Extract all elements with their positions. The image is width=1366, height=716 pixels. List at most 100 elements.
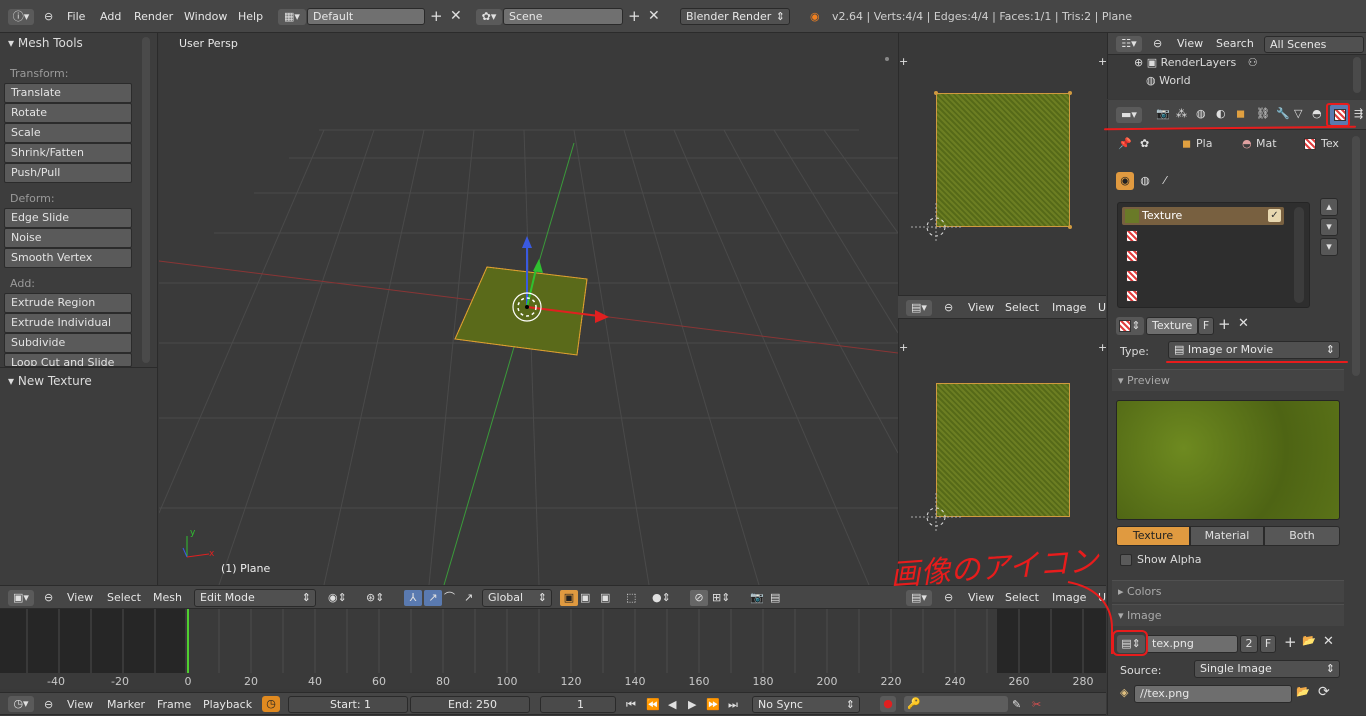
source-dropdown[interactable]: Single Image ⇕ [1194,660,1340,678]
slots-scrollbar[interactable] [1294,207,1304,303]
display-mode-dropdown[interactable]: All Scenes [1264,36,1364,53]
uv-menu-select[interactable]: Select [1005,296,1039,318]
new-image-icon[interactable]: + [1284,633,1297,651]
render-anim-icon[interactable]: ▤ [770,586,780,610]
render-layer-toggle-icon[interactable]: ⚇ [1248,56,1258,69]
constraints-tab-icon[interactable]: ⛓ [1256,107,1270,120]
insert-keyframe-icon[interactable]: ✎ [1012,693,1021,716]
area-split-icon[interactable]: + [1098,341,1106,354]
rotate-manip-icon[interactable]: ⌒ [444,586,455,610]
outliner-item[interactable]: ◍ World [1146,73,1191,89]
preview-range-icon[interactable]: ◷ [262,696,280,712]
start-frame-field[interactable]: Start: 1 [288,696,408,713]
preview-tab-texture[interactable]: Texture [1116,526,1190,546]
reload-image-icon[interactable]: ⟳ [1318,684,1330,700]
sync-dropdown[interactable]: No Sync ⇕ [752,696,860,713]
render-layers-tab-icon[interactable]: ⁂ [1176,107,1187,120]
outliner-scrollbar[interactable] [1353,57,1361,93]
uv-menu-view[interactable]: View [968,586,994,608]
scene-field[interactable]: Scene [503,8,623,25]
texture-slots-list[interactable]: Texture ✓ [1117,202,1310,308]
properties-scrollbar[interactable] [1352,136,1360,376]
noise-button[interactable]: Noise [4,228,132,248]
render-tab-icon[interactable]: 📷 [1156,107,1170,120]
uv-editor-top[interactable]: + + [898,33,1106,295]
snap-icon[interactable]: ⊘ [690,590,708,606]
occlude-icon[interactable]: ⬚ [626,586,636,610]
empty-slot-icon[interactable] [1126,289,1138,302]
expand-icon[interactable]: ⊕ [1134,56,1143,69]
image-users-count[interactable]: 2 [1240,635,1258,653]
new-texture-header[interactable]: ▾ New Texture [0,367,158,389]
show-alpha-checkbox[interactable] [1120,554,1132,566]
move-slot-down-button[interactable]: ▾ [1320,218,1338,236]
properties-editor-icon[interactable]: ▬▾ [1116,107,1142,123]
uv-editor-type-icon[interactable]: ▤▾ [906,300,932,316]
texture-browse-icon[interactable]: ⇕ [1116,317,1144,335]
proportional-icon[interactable]: ●⇕ [652,586,671,610]
outliner-item[interactable]: ⊕ ▣ RenderLayers ⚇ [1134,55,1258,71]
render-engine-dropdown[interactable]: Blender Render ⇕ [680,8,790,25]
context-material-label[interactable]: Mat [1256,134,1277,154]
outliner-menu-view[interactable]: View [1177,33,1203,54]
menu-window[interactable]: Window [184,0,227,32]
add-scene-icon[interactable]: + [628,0,641,33]
scale-manip-icon[interactable]: ↗ [464,586,473,610]
texture-slot-active[interactable]: Texture ✓ [1122,207,1284,225]
type-dropdown[interactable]: ▤ Image or Movie ⇕ [1168,341,1340,359]
physics-tab-icon[interactable]: ⇶ [1354,107,1363,120]
texture-name-field[interactable]: Texture [1146,317,1198,335]
timeline-menu-frame[interactable]: Frame [157,693,191,714]
data-tab-icon[interactable]: ▽ [1294,107,1302,120]
empty-slot-icon[interactable] [1126,229,1138,242]
edge-select-icon[interactable]: ▣ [580,586,590,610]
uv-menu-uvs[interactable]: U [1098,296,1106,318]
face-select-icon[interactable]: ▣ [600,586,610,610]
unlink-image-icon[interactable]: ✕ [1323,634,1334,649]
menu-file[interactable]: File [67,0,85,32]
area-split-icon[interactable]: + [899,341,908,354]
outliner-menu-search[interactable]: Search [1216,33,1254,54]
translate-button[interactable]: Translate [4,83,132,103]
context-texture-label[interactable]: Tex [1321,134,1339,154]
world-tab-icon[interactable]: ◐ [1216,107,1226,120]
info-editor-icon[interactable]: ⓘ▾ [8,9,34,25]
prev-keyframe-icon[interactable]: ⏪ [646,693,660,716]
loop-cut-button[interactable]: Loop Cut and Slide [4,353,132,367]
manipulator-toggle-icon[interactable]: ⅄ [404,590,422,606]
view3d-editor-icon[interactable]: ▣▾ [8,590,34,606]
uv-menu-view[interactable]: View [968,296,994,318]
modifiers-tab-icon[interactable]: 🔧 [1276,107,1290,120]
scene-icon[interactable]: ✿▾ [476,9,502,25]
menu-collapse-icon[interactable]: ⊖ [944,296,953,320]
menu-view[interactable]: View [67,586,93,608]
area-split-icon[interactable]: + [899,55,908,68]
brush-texture-button[interactable]: ⁄ [1156,172,1174,190]
uv-menu-image[interactable]: Image [1052,296,1086,318]
orientation-dropdown[interactable]: Global ⇕ [482,589,552,607]
scene-tab-icon[interactable]: ◍ [1196,107,1206,120]
browse-file-icon[interactable]: 📂 [1296,685,1310,698]
area-split-icon[interactable]: + [1098,55,1106,68]
screen-layout-field[interactable]: Default [307,8,425,25]
menu-collapse-icon[interactable]: ⊖ [44,693,53,716]
end-frame-field[interactable]: End: 250 [410,696,530,713]
delete-layout-icon[interactable]: ✕ [450,0,462,33]
timeline-menu-playback[interactable]: Playback [203,693,252,714]
menu-select[interactable]: Select [107,586,141,608]
timeline-menu-marker[interactable]: Marker [107,693,145,714]
extrude-region-button[interactable]: Extrude Region [4,293,132,313]
slot-specials-button[interactable]: ▾ [1320,238,1338,256]
edge-slide-button[interactable]: Edge Slide [4,208,132,228]
render-icon[interactable]: 📷 [750,586,764,610]
move-slot-up-button[interactable]: ▴ [1320,198,1338,216]
snap-target-icon[interactable]: ⊞⇕ [712,586,730,610]
uv-menu-select[interactable]: Select [1005,586,1039,608]
image-fake-user-button[interactable]: F [1260,635,1276,653]
push-pull-button[interactable]: Push/Pull [4,163,132,183]
subdivide-button[interactable]: Subdivide [4,333,132,353]
pivot-icon[interactable]: ⊛⇕ [366,586,384,610]
world-texture-button[interactable]: ◍ [1136,172,1154,190]
current-frame-field[interactable]: 1 [540,696,616,713]
empty-slot-icon[interactable] [1126,269,1138,282]
